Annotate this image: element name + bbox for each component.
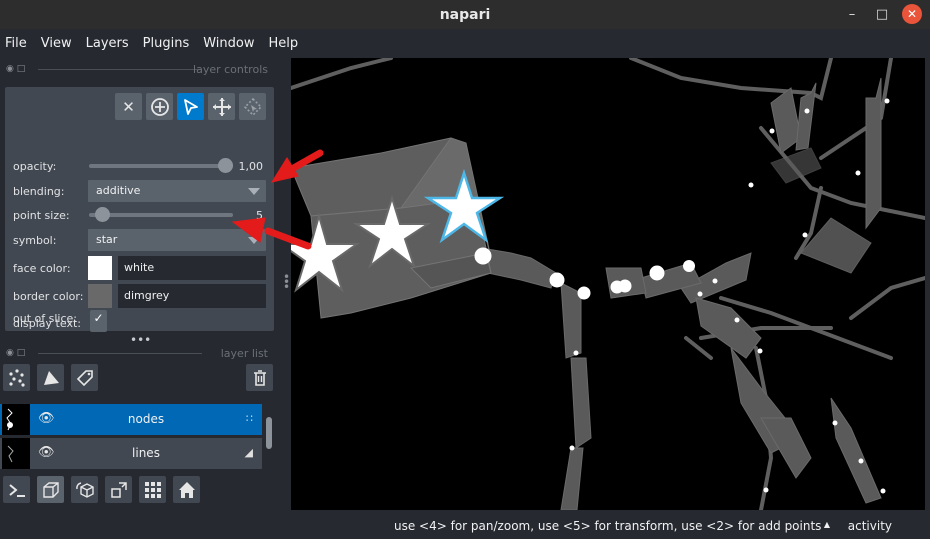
activity-button[interactable]: activity: [848, 519, 892, 533]
dock-float-icon[interactable]: ◉ □: [6, 64, 25, 74]
opacity-row: opacity: 1,00: [13, 155, 266, 177]
point-size-slider-handle[interactable]: [95, 207, 111, 222]
out-of-slice-row: out of slice: ✓: [13, 307, 267, 329]
face-color-row: face color: white: [13, 256, 266, 280]
grid-icon[interactable]: [139, 476, 166, 503]
face-color-swatch[interactable]: [88, 256, 112, 280]
shapes-icon: ◢: [244, 446, 253, 459]
menu-view[interactable]: View: [41, 36, 72, 51]
points-icon: ∷: [246, 412, 253, 425]
layer-list-title: layer list: [220, 346, 268, 360]
layer-controls-header: ◉ □ layer controls: [0, 59, 282, 79]
point-size-value: 5: [256, 208, 263, 222]
transpose-icon[interactable]: [105, 476, 132, 503]
face-color-label: face color:: [13, 261, 71, 275]
delete-icon[interactable]: [246, 364, 273, 391]
scrollbar-thumb[interactable]: [266, 417, 272, 449]
opacity-value: 1,00: [238, 159, 264, 173]
blending-dropdown[interactable]: additive: [88, 180, 266, 202]
vertical-splitter-icon[interactable]: • • •: [283, 271, 290, 293]
points-toolbar: ✕: [115, 93, 266, 120]
canvas-scene: [291, 58, 925, 510]
new-shapes-icon[interactable]: [37, 364, 64, 391]
menu-plugins[interactable]: Plugins: [143, 36, 190, 51]
console-icon[interactable]: [3, 476, 30, 503]
dock-float-icon[interactable]: ◉ □: [6, 348, 25, 358]
point-size-slider[interactable]: [89, 207, 233, 222]
symbol-row: symbol: star: [13, 229, 266, 251]
opacity-slider[interactable]: [89, 158, 233, 173]
close-window-icon[interactable]: ✕: [902, 4, 922, 24]
layer-thumbnail: [2, 438, 30, 469]
ndisplay-icon[interactable]: [37, 476, 64, 503]
chevron-down-icon: [248, 237, 260, 244]
maximize-icon[interactable]: □: [872, 4, 892, 24]
window-title: napari: [439, 6, 491, 23]
layer-list: 👁 nodes ∷ 👁 lines ◢: [0, 402, 276, 470]
checkmark-icon: ✓: [93, 311, 104, 325]
menu-bar: File View Layers Plugins Window Help: [0, 29, 930, 58]
add-point-icon[interactable]: [146, 93, 173, 120]
viewer-buttons: [3, 476, 279, 508]
border-color-swatch[interactable]: [88, 284, 112, 308]
status-bar: use <4> for pan/zoom, use <5> for transf…: [0, 512, 930, 539]
transform-icon[interactable]: [239, 93, 266, 120]
blending-label: blending:: [13, 184, 65, 198]
layer-list-scrollbar[interactable]: [265, 402, 273, 468]
chevron-down-icon: [248, 188, 260, 195]
blending-value: additive: [96, 184, 141, 197]
blending-row: blending: additive: [13, 180, 266, 202]
out-of-slice-label: out of slice:: [13, 311, 77, 325]
symbol-value: star: [96, 233, 118, 246]
layer-list-header: ◉ □ layer list: [0, 343, 282, 363]
visibility-eye-icon[interactable]: 👁: [38, 411, 55, 426]
layer-controls-title: layer controls: [193, 62, 268, 76]
border-color-input[interactable]: dimgrey: [118, 284, 266, 308]
visibility-eye-icon[interactable]: 👁: [38, 445, 55, 460]
chevron-up-icon[interactable]: ▲: [824, 520, 830, 529]
border-color-value: dimgrey: [124, 289, 170, 302]
menu-layers[interactable]: Layers: [86, 36, 129, 51]
layer-item-lines[interactable]: 👁 lines ◢: [0, 438, 262, 469]
delete-selected-points-icon[interactable]: ✕: [115, 93, 142, 120]
left-dock: ◉ □ layer controls ✕ opacity: 1,00 blend…: [0, 58, 282, 510]
layer-name: nodes: [127, 412, 165, 426]
face-color-input[interactable]: white: [118, 256, 266, 280]
window-controls: – □ ✕: [842, 4, 922, 24]
face-color-value: white: [124, 261, 155, 274]
viewer-canvas[interactable]: [291, 58, 925, 510]
layer-buttons: [3, 364, 279, 396]
new-labels-icon[interactable]: [71, 364, 98, 391]
layer-thumbnail: [2, 404, 30, 435]
layer-item-nodes[interactable]: 👁 nodes ∷: [0, 404, 262, 435]
pan-zoom-icon[interactable]: [208, 93, 235, 120]
opacity-slider-handle[interactable]: [218, 158, 233, 173]
symbol-label: symbol:: [13, 233, 57, 247]
home-icon[interactable]: [173, 476, 200, 503]
border-color-row: border color: dimgrey: [13, 284, 266, 308]
menu-help[interactable]: Help: [269, 36, 299, 51]
new-points-icon[interactable]: [3, 364, 30, 391]
layer-controls-panel: ✕ opacity: 1,00 blending: additive point…: [5, 87, 274, 332]
layer-name: lines: [132, 446, 160, 460]
roll-icon[interactable]: [71, 476, 98, 503]
out-of-slice-checkbox[interactable]: ✓: [90, 309, 107, 327]
select-arrow-icon[interactable]: [177, 93, 204, 120]
point-size-label: point size:: [13, 208, 70, 222]
minimize-icon[interactable]: –: [842, 4, 862, 24]
title-bar: napari – □ ✕: [0, 0, 930, 29]
point-size-row: point size: 5: [13, 204, 266, 226]
border-color-label: border color:: [13, 289, 84, 303]
menu-file[interactable]: File: [5, 36, 27, 51]
menu-window[interactable]: Window: [203, 36, 254, 51]
status-message: use <4> for pan/zoom, use <5> for transf…: [394, 519, 822, 533]
opacity-label: opacity:: [13, 159, 57, 173]
symbol-dropdown[interactable]: star: [88, 229, 266, 251]
